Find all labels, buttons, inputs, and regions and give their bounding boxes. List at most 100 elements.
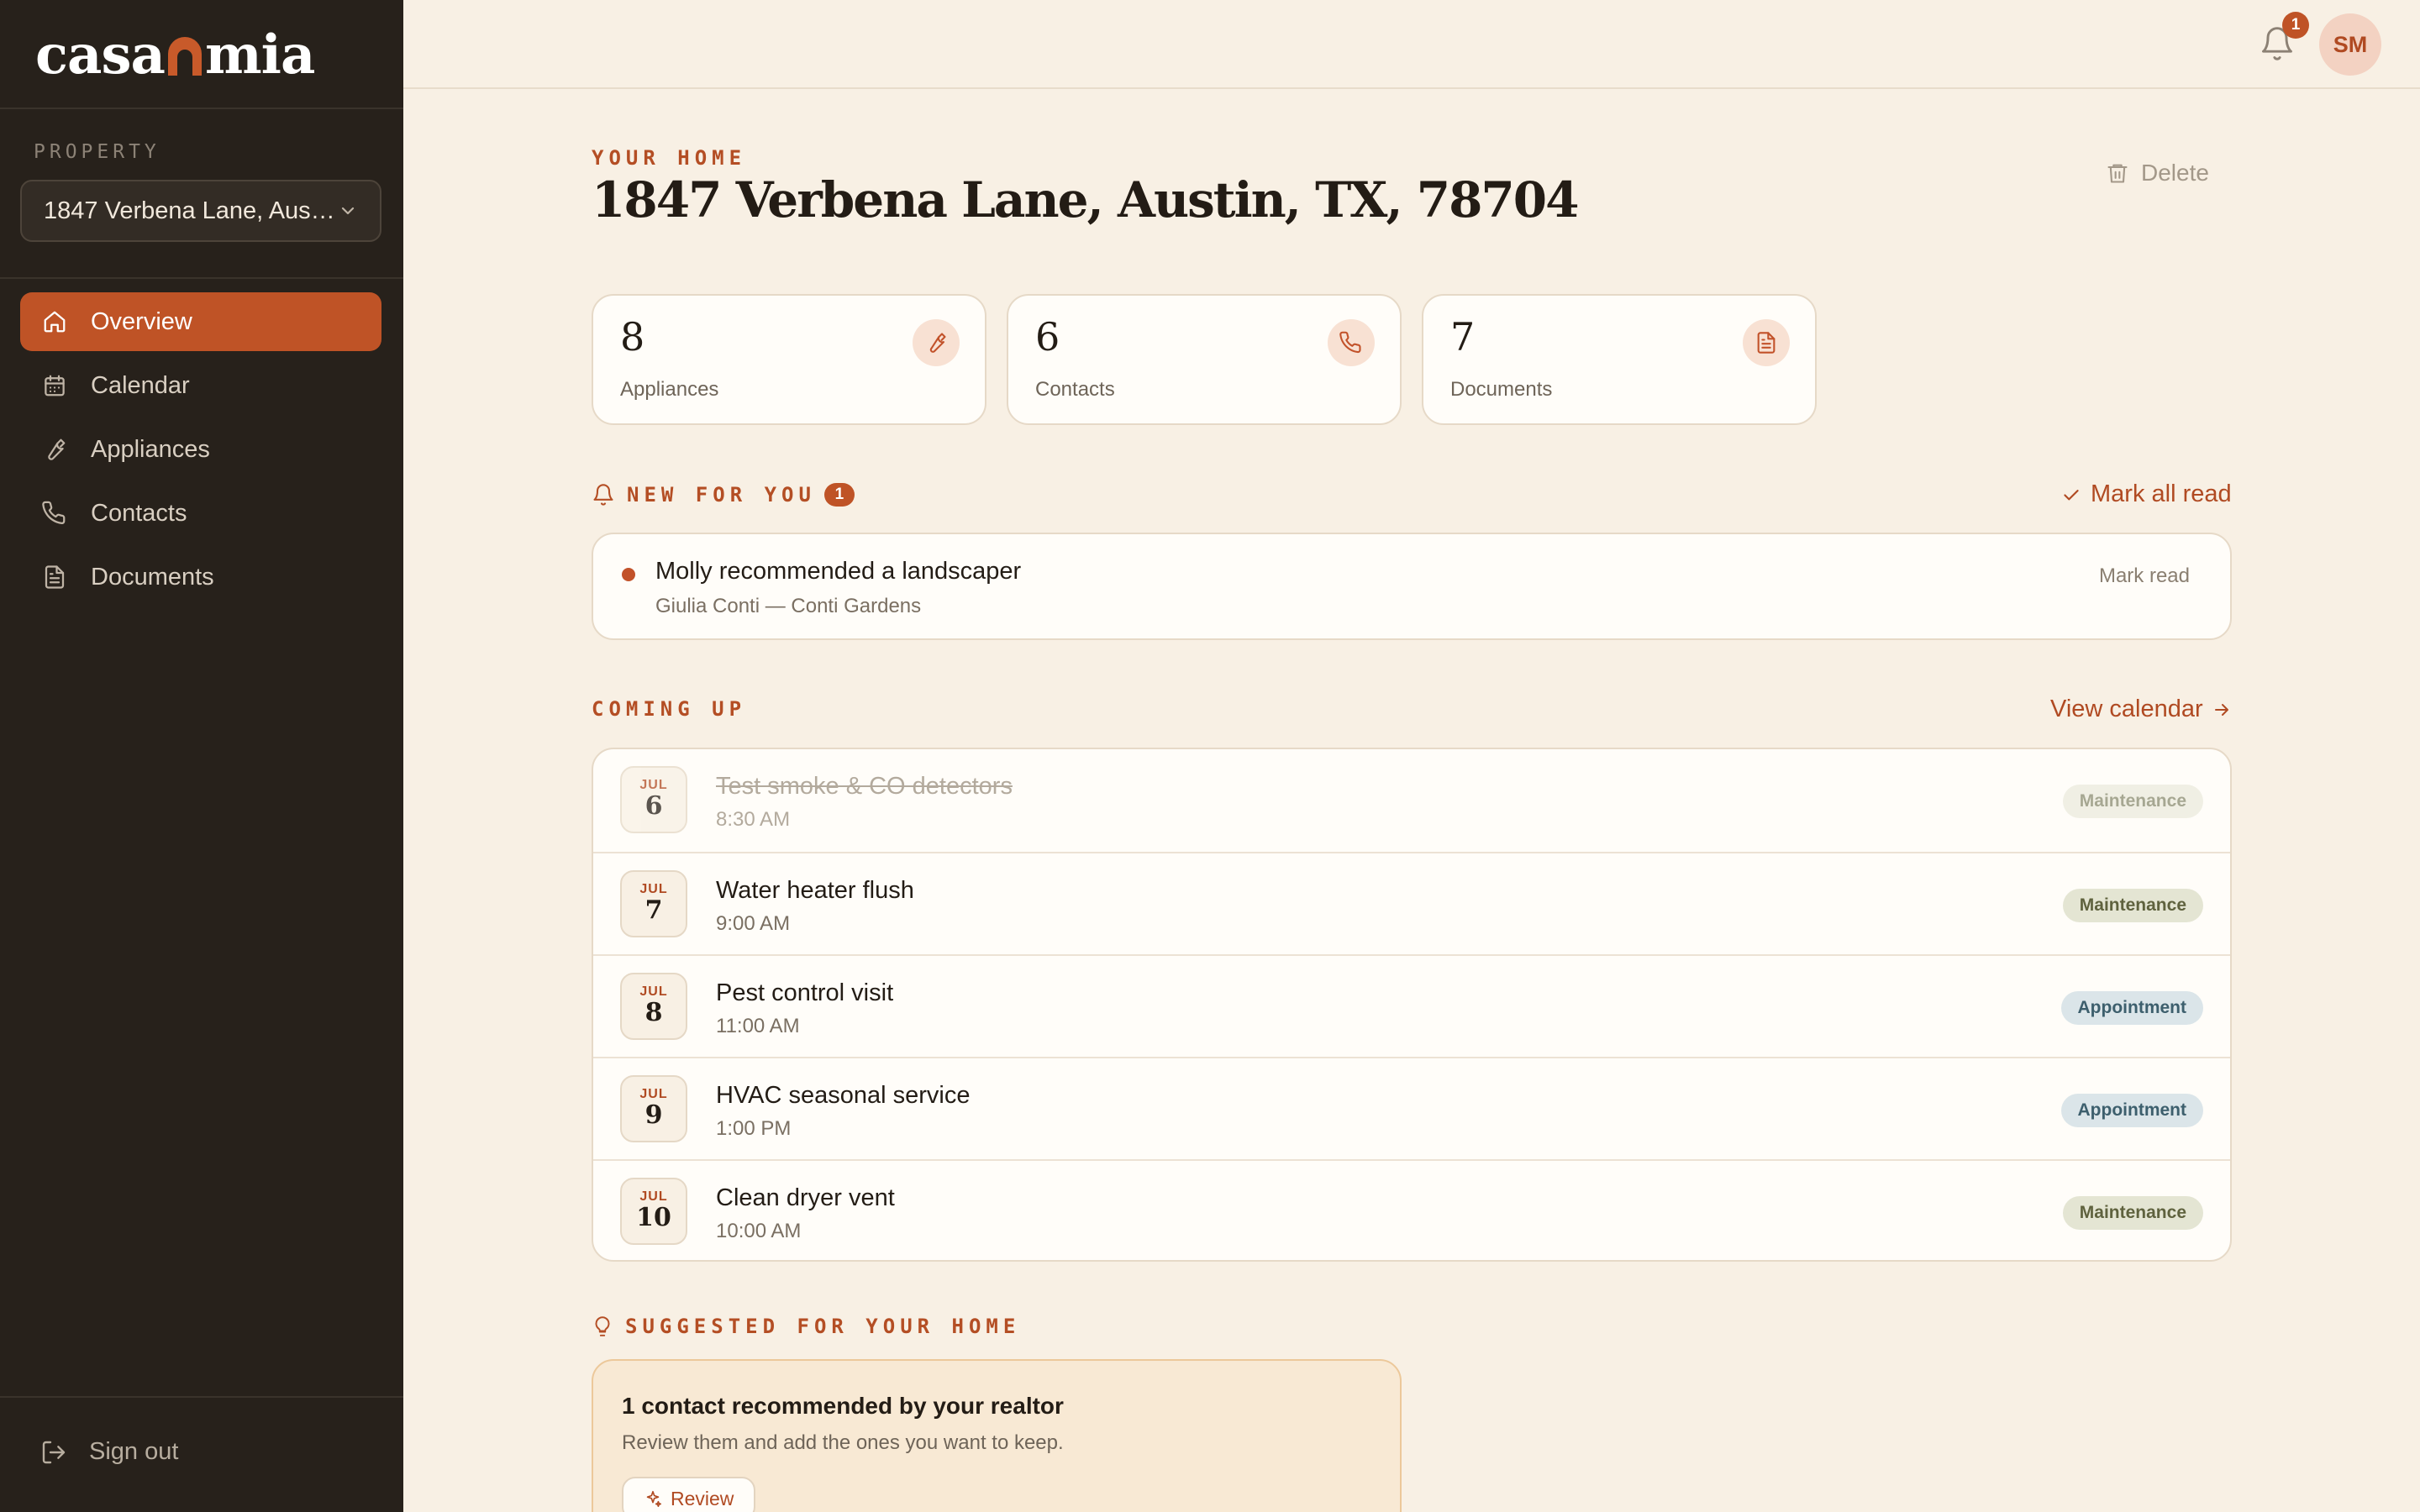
check-icon (2060, 484, 2082, 506)
lightbulb-icon (592, 1314, 613, 1339)
section-title: SUGGESTED FOR YOUR HOME (625, 1315, 1021, 1338)
sidebar-nav: Overview Calendar Appliances Contacts Do… (20, 292, 381, 612)
delete-label: Delete (2141, 160, 2209, 186)
logo-text-casa: casa (35, 24, 166, 87)
sidebar-divider (0, 1396, 403, 1398)
sidebar-item-calendar[interactable]: Calendar (20, 356, 381, 415)
event-day: 10 (636, 1203, 671, 1232)
bell-icon (592, 482, 615, 507)
sidebar-item-label: Appliances (91, 435, 210, 463)
sidebar-item-label: Calendar (91, 371, 190, 399)
event-row[interactable]: JUL 7 Water heater flush 9:00 AM Mainten… (593, 852, 2230, 954)
phone-icon (40, 499, 69, 528)
calendar-icon (40, 371, 69, 400)
stat-label: Contacts (1035, 378, 1115, 401)
document-icon (40, 563, 69, 591)
event-title: Clean dryer vent (716, 1184, 895, 1211)
mark-read-button[interactable]: Mark read (2099, 564, 2190, 588)
new-for-you-heading: NEW FOR YOU 1 (592, 482, 855, 507)
sidebar-divider (0, 277, 403, 279)
event-day: 7 (644, 895, 663, 925)
sidebar-divider (0, 108, 403, 109)
suggestion-card: 1 contact recommended by your realtor Re… (592, 1359, 1402, 1512)
trash-icon (2106, 160, 2129, 186)
event-time: 11:00 AM (716, 1015, 800, 1037)
event-day: 9 (644, 1100, 663, 1130)
events-list: JUL 6 Test smoke & CO detectors 8:30 AM … (592, 748, 2232, 1262)
notification-item[interactable]: Molly recommended a landscaper Giulia Co… (592, 533, 2232, 640)
page-eyebrow: YOUR HOME (592, 146, 747, 170)
stat-card-contacts[interactable]: 6 Contacts (1007, 294, 1402, 425)
property-label: PROPERTY (34, 141, 160, 163)
logo-arch-icon (167, 37, 202, 76)
event-day: 6 (644, 791, 663, 821)
sidebar-item-contacts[interactable]: Contacts (20, 484, 381, 543)
wrench-icon (40, 435, 69, 464)
stat-label: Documents (1450, 378, 1553, 401)
event-time: 9:00 AM (716, 912, 791, 935)
event-time: 1:00 PM (716, 1117, 792, 1140)
event-row[interactable]: JUL 6 Test smoke & CO detectors 8:30 AM … (593, 749, 2230, 852)
view-calendar-label: View calendar (2050, 696, 2203, 722)
sidebar-item-label: Documents (91, 563, 214, 591)
page-title: 1847 Verbena Lane, Austin, TX, 78704 (592, 171, 1579, 228)
view-calendar-link[interactable]: View calendar (2050, 696, 2232, 723)
stat-value: 8 (620, 314, 645, 360)
event-row[interactable]: JUL 9 HVAC seasonal service 1:00 PM Appo… (593, 1057, 2230, 1159)
logo-text-mia: mia (204, 24, 315, 87)
event-date-badge: JUL 6 (620, 766, 687, 833)
delete-button[interactable]: Delete (2106, 160, 2209, 186)
event-title: Water heater flush (716, 877, 914, 904)
event-day: 8 (644, 998, 663, 1027)
user-avatar[interactable]: SM (2319, 13, 2381, 76)
event-title: Test smoke & CO detectors (716, 773, 1013, 800)
document-icon (1743, 319, 1790, 366)
event-date-badge: JUL 9 (620, 1075, 687, 1142)
mark-all-read-label: Mark all read (2091, 480, 2232, 507)
suggested-heading: SUGGESTED FOR YOUR HOME (592, 1314, 1020, 1339)
event-title: Pest control visit (716, 979, 894, 1006)
stat-label: Appliances (620, 378, 719, 401)
stat-card-documents[interactable]: 7 Documents (1422, 294, 1817, 425)
notification-title: Molly recommended a landscaper (655, 558, 1022, 585)
sidebar-item-label: Overview (91, 307, 192, 335)
mark-all-read-button[interactable]: Mark all read (2060, 480, 2232, 508)
event-tag: Appointment (2060, 1094, 2203, 1127)
suggestion-title: 1 contact recommended by your realtor (622, 1393, 1064, 1419)
stat-card-appliances[interactable]: 8 Appliances (592, 294, 986, 425)
app-logo[interactable]: casa mia (35, 24, 315, 87)
phone-icon (1328, 319, 1375, 366)
event-tag: Maintenance (2062, 785, 2203, 818)
suggestion-text: Review them and add the ones you want to… (622, 1431, 1064, 1454)
notification-count-badge: 1 (2282, 12, 2309, 39)
property-select[interactable]: 1847 Verbena Lane, Austin, TX, 78704 (20, 180, 381, 242)
sign-out-label: Sign out (89, 1438, 179, 1465)
event-time: 10:00 AM (716, 1220, 802, 1242)
event-tag: Maintenance (2062, 1196, 2203, 1230)
unread-dot (622, 568, 635, 581)
event-row[interactable]: JUL 10 Clean dryer vent 10:00 AM Mainten… (593, 1159, 2230, 1260)
chevron-down-icon (338, 201, 358, 221)
sign-out-button[interactable]: Sign out (40, 1438, 178, 1466)
sidebar-item-label: Contacts (91, 499, 187, 527)
sidebar-item-documents[interactable]: Documents (20, 548, 381, 606)
event-date-badge: JUL 10 (620, 1178, 687, 1245)
event-title: HVAC seasonal service (716, 1082, 971, 1109)
top-bar (403, 0, 2420, 89)
new-count-badge: 1 (823, 483, 855, 507)
home-icon (40, 307, 69, 336)
sparkle-icon (644, 1489, 662, 1508)
coming-up-heading: COMING UP (592, 697, 747, 721)
event-row[interactable]: JUL 8 Pest control visit 11:00 AM Appoin… (593, 954, 2230, 1057)
sidebar-item-overview[interactable]: Overview (20, 292, 381, 351)
stat-value: 6 (1035, 314, 1060, 360)
wrench-icon (913, 319, 960, 366)
review-label: Review (671, 1487, 734, 1509)
sidebar-item-appliances[interactable]: Appliances (20, 420, 381, 479)
event-date-badge: JUL 7 (620, 870, 687, 937)
event-time: 8:30 AM (716, 808, 791, 831)
section-title: NEW FOR YOU (627, 483, 816, 507)
logout-icon (40, 1439, 67, 1466)
sidebar: casa mia PROPERTY 1847 Verbena Lane, Aus… (0, 0, 403, 1512)
review-button[interactable]: Review (622, 1477, 756, 1512)
